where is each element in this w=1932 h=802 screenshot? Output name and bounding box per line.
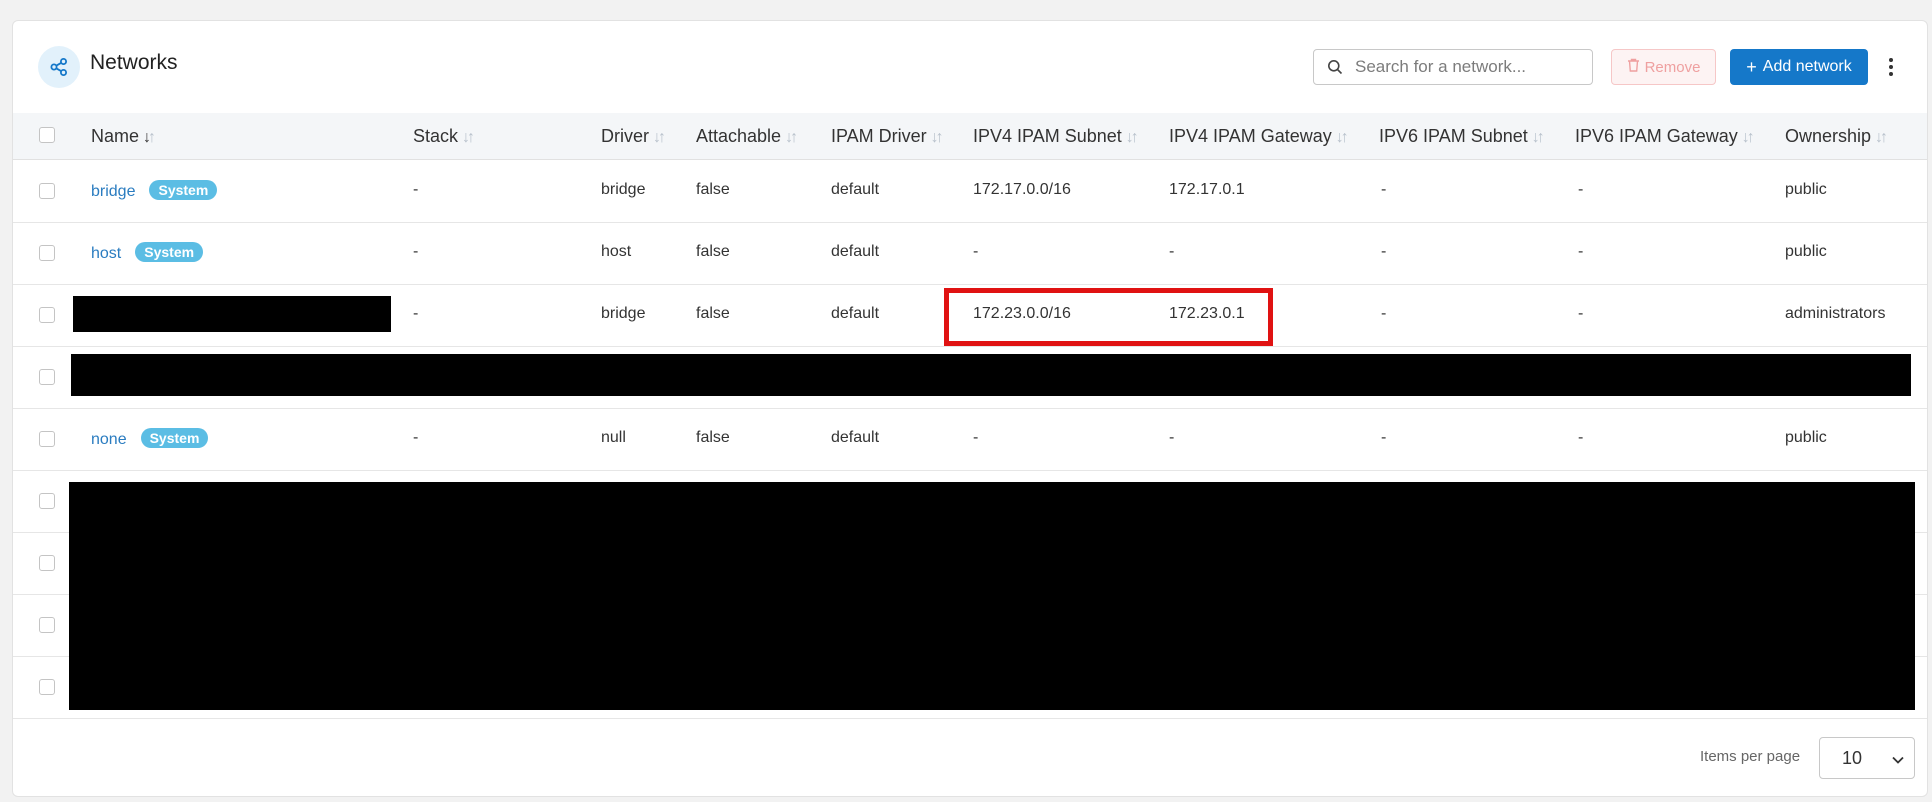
sort-icon: ↓↑: [1335, 129, 1349, 146]
table-row: host System - host false default - - - - …: [13, 222, 1927, 285]
ipv4-gateway-cell: 172.23.0.1: [1169, 305, 1245, 322]
sort-icon: ↓↑: [1741, 129, 1755, 146]
more-options-icon[interactable]: [1883, 54, 1899, 80]
stack-cell: -: [413, 181, 419, 198]
search-icon: [1327, 59, 1343, 75]
networks-panel: Networks Remove + Add network: [12, 20, 1928, 797]
table-header: Name ↓↑ Stack ↓↑ Driver ↓↑ Attachable ↓↑ IPA…: [13, 113, 1927, 160]
ipv4-subnet-cell: -: [973, 429, 979, 446]
trash-icon: [1627, 58, 1640, 76]
driver-cell: bridge: [601, 181, 646, 198]
select-all-checkbox[interactable]: [39, 127, 55, 143]
ipv6-gateway-cell: -: [1578, 429, 1584, 446]
attachable-cell: false: [696, 243, 730, 260]
ownership-cell: administrators: [1785, 305, 1886, 322]
column-header-ipv6-subnet[interactable]: IPV6 IPAM Subnet ↓↑: [1379, 126, 1545, 147]
redacted-rows: [69, 482, 1915, 710]
add-network-label: Add network: [1762, 58, 1852, 75]
redacted-row: [71, 354, 1911, 396]
ipv6-subnet-cell: -: [1381, 181, 1387, 198]
driver-cell: null: [601, 429, 626, 446]
items-per-page-value: 10: [1842, 747, 1863, 768]
driver-cell: host: [601, 243, 632, 260]
ipv4-subnet-cell: 172.17.0.0/16: [973, 181, 1071, 198]
row-checkbox[interactable]: [39, 617, 55, 633]
chevron-down-icon: [1892, 748, 1904, 769]
status-badge: System: [135, 242, 204, 262]
attachable-cell: false: [696, 429, 730, 446]
search-box[interactable]: [1313, 49, 1593, 85]
ownership-cell: public: [1785, 181, 1827, 198]
items-per-page-select[interactable]: 10: [1819, 737, 1915, 779]
attachable-cell: false: [696, 305, 730, 322]
sort-icon: ↓↑: [1125, 129, 1139, 146]
ownership-cell: public: [1785, 243, 1827, 260]
ipv6-subnet-cell: -: [1381, 429, 1387, 446]
share-network-icon: [38, 46, 80, 88]
search-input[interactable]: [1353, 56, 1577, 78]
network-name-link[interactable]: none: [91, 431, 127, 448]
sort-icon: ↓↑: [1531, 129, 1545, 146]
page-title: Networks: [90, 51, 178, 74]
row-checkbox[interactable]: [39, 369, 55, 385]
panel-header: Networks Remove + Add network: [13, 21, 1927, 114]
sort-icon: ↓↑: [930, 129, 944, 146]
network-name-link[interactable]: host: [91, 245, 121, 262]
row-checkbox[interactable]: [39, 431, 55, 447]
redacted-name: [73, 296, 391, 332]
ipv4-gateway-cell: 172.17.0.1: [1169, 181, 1245, 198]
stack-cell: -: [413, 305, 419, 322]
row-checkbox[interactable]: [39, 245, 55, 261]
row-checkbox[interactable]: [39, 493, 55, 509]
attachable-cell: false: [696, 181, 730, 198]
row-checkbox[interactable]: [39, 183, 55, 199]
remove-button[interactable]: Remove: [1611, 49, 1716, 85]
table-row: [13, 346, 1927, 409]
driver-cell: bridge: [601, 305, 646, 322]
sort-icon: ↓↑: [143, 129, 156, 146]
ipv4-subnet-cell: -: [973, 243, 979, 260]
sort-icon: ↓↑: [1875, 129, 1888, 146]
stack-cell: -: [413, 243, 419, 260]
row-checkbox[interactable]: [39, 307, 55, 323]
ipv4-gateway-cell: -: [1169, 429, 1175, 446]
status-badge: System: [140, 428, 209, 448]
stack-cell: -: [413, 429, 419, 446]
plus-icon: +: [1746, 57, 1757, 77]
column-header-ipv6-gateway[interactable]: IPV6 IPAM Gateway ↓↑: [1575, 126, 1755, 147]
column-header-ipv4-gateway[interactable]: IPV4 IPAM Gateway ↓↑: [1169, 126, 1349, 147]
ipv6-gateway-cell: -: [1578, 305, 1584, 322]
ipam-driver-cell: default: [831, 243, 880, 260]
ipam-driver-cell: default: [831, 181, 880, 198]
row-checkbox[interactable]: [39, 555, 55, 571]
items-per-page-label: Items per page: [1700, 748, 1801, 765]
ipv4-gateway-cell: -: [1169, 243, 1175, 260]
sort-icon: ↓↑: [462, 129, 475, 146]
ipv6-gateway-cell: -: [1578, 181, 1584, 198]
column-header-ownership[interactable]: Ownership ↓↑: [1785, 126, 1888, 147]
remove-label: Remove: [1644, 58, 1701, 76]
ownership-cell: public: [1785, 429, 1827, 446]
ipv6-subnet-cell: -: [1381, 243, 1387, 260]
column-header-name[interactable]: Name ↓↑: [91, 126, 156, 147]
ipv6-gateway-cell: -: [1578, 243, 1584, 260]
table-row: none System - null false default - - - - …: [13, 408, 1927, 471]
status-badge: System: [149, 180, 218, 200]
ipam-driver-cell: default: [831, 429, 880, 446]
column-header-driver[interactable]: Driver ↓↑: [601, 126, 666, 147]
column-header-stack[interactable]: Stack ↓↑: [413, 126, 475, 147]
table-row: bridge System - bridge false default 172.…: [13, 160, 1927, 223]
ipv6-subnet-cell: -: [1381, 305, 1387, 322]
network-name-link[interactable]: bridge: [91, 183, 135, 200]
row-checkbox[interactable]: [39, 679, 55, 695]
table-row: - bridge false default 172.23.0.0/16 172…: [13, 284, 1927, 347]
sort-icon: ↓↑: [785, 129, 798, 146]
column-header-ipam-driver[interactable]: IPAM Driver ↓↑: [831, 126, 944, 147]
add-network-button[interactable]: + Add network: [1730, 49, 1868, 85]
column-header-attachable[interactable]: Attachable ↓↑: [696, 126, 798, 147]
column-header-ipv4-subnet[interactable]: IPV4 IPAM Subnet ↓↑: [973, 126, 1139, 147]
sort-icon: ↓↑: [653, 129, 666, 146]
ipam-driver-cell: default: [831, 305, 880, 322]
ipv4-subnet-cell: 172.23.0.0/16: [973, 305, 1071, 322]
